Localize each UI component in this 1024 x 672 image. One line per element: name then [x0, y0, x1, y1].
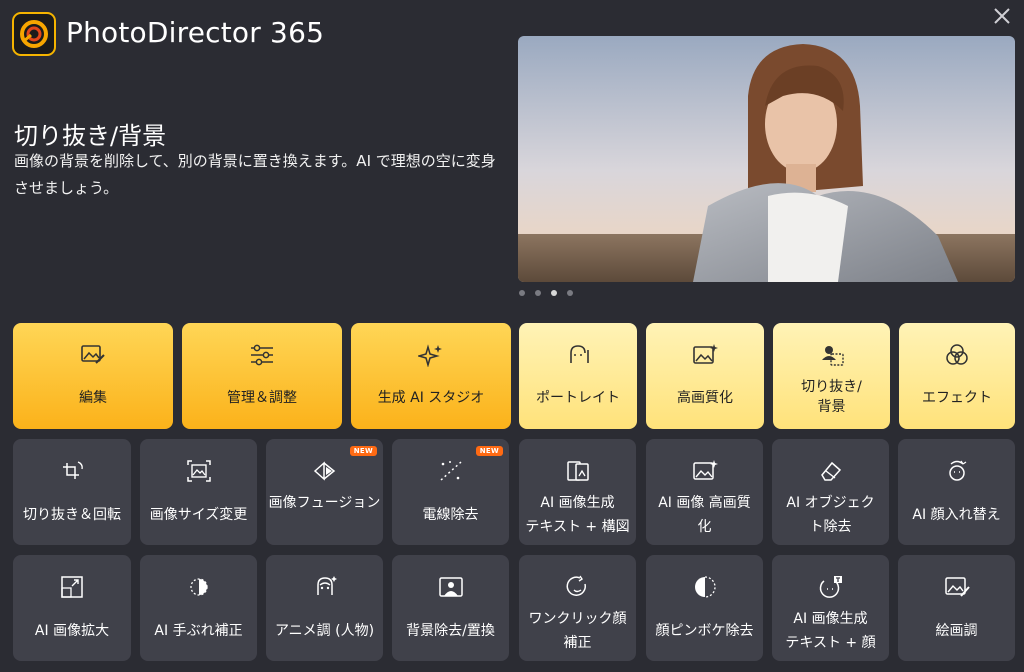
tool-label: 背景除去/置換: [406, 623, 495, 639]
carousel-dot[interactable]: [567, 290, 573, 296]
tool-painting-style[interactable]: 絵画調: [898, 555, 1015, 661]
carousel-dot-active[interactable]: [551, 290, 557, 296]
app-logo-icon: [20, 20, 48, 48]
tool-label: AI 画像生成 テキスト + 構図: [525, 495, 630, 535]
tool-label: 画像フュージョン: [268, 495, 381, 511]
tool-label: 電線除去: [422, 507, 479, 523]
tool-one-click-face-retouch[interactable]: ワンクリック顔 補正: [519, 555, 636, 661]
tool-label: 顔ピンボケ除去: [655, 623, 754, 639]
tool-ai-image-generation-composition[interactable]: AI 画像生成 テキスト + 構図: [519, 439, 636, 545]
wire-removal-icon: [438, 459, 464, 483]
category-manage-adjust[interactable]: 管理＆調整: [182, 323, 342, 429]
eraser-icon: [818, 459, 844, 483]
category-label: 生成 AI スタジオ: [377, 390, 485, 406]
image-edit-icon: [80, 343, 106, 367]
feature-description: 画像の背景を削除して、別の背景に置き換えます。AI で理想の空に変身させましょう…: [14, 152, 496, 197]
tool-ai-image-enhance[interactable]: AI 画像 高画質 化: [646, 439, 763, 545]
feature-preview-image: [518, 36, 1015, 282]
fusion-icon: [312, 459, 338, 483]
painting-icon: [944, 575, 970, 599]
tool-label: AI 手ぶれ補正: [154, 623, 243, 639]
tool-image-fusion[interactable]: NEW 画像フュージョン: [266, 439, 383, 545]
tool-label: 画像サイズ変更: [149, 507, 248, 523]
tool-ai-object-removal[interactable]: AI オブジェク ト除去: [772, 439, 889, 545]
tool-label: 切り抜き＆回転: [23, 507, 121, 523]
tool-ai-face-swap[interactable]: AI 顔入れ替え: [898, 439, 1015, 545]
tool-label: AI 画像拡大: [34, 623, 110, 639]
category-generative-ai-studio[interactable]: 生成 AI スタジオ: [351, 323, 511, 429]
carousel-indicator: [519, 290, 573, 296]
new-badge: NEW: [475, 446, 503, 456]
feature-title: 切り抜き/背景: [14, 122, 167, 150]
cutout-icon: [819, 343, 845, 367]
face-swap-icon: [944, 459, 970, 483]
tool-label: AI 画像 高画質 化: [658, 495, 751, 535]
resize-icon: [186, 459, 212, 483]
tool-label: AI 顔入れ替え: [912, 507, 1001, 523]
crop-rotate-icon: [59, 459, 85, 483]
image-sparkle-icon: [692, 343, 718, 367]
category-label: 管理＆調整: [227, 390, 297, 406]
tool-label: ワンクリック顔 補正: [528, 611, 627, 651]
face-deblur-icon: [692, 575, 718, 599]
tool-label: 絵画調: [935, 623, 978, 639]
app-logo: [12, 12, 56, 56]
close-icon: [994, 8, 1010, 24]
tool-label: AI オブジェク ト除去: [786, 495, 875, 535]
category-effects[interactable]: エフェクト: [899, 323, 1015, 429]
tool-background-replace[interactable]: 背景除去/置換: [392, 555, 509, 661]
tool-crop-rotate[interactable]: 切り抜き＆回転: [13, 439, 131, 545]
category-edit[interactable]: 編集: [13, 323, 173, 429]
category-cutout-background[interactable]: 切り抜き/ 背景: [773, 323, 890, 429]
text-face-icon: [818, 575, 844, 599]
close-button[interactable]: [988, 2, 1016, 30]
tool-anime-style[interactable]: アニメ調 (人物): [266, 555, 383, 661]
carousel-dot[interactable]: [519, 290, 525, 296]
sparkles-icon: [418, 343, 444, 367]
category-portrait[interactable]: ポートレイト: [519, 323, 637, 429]
tool-face-deblur[interactable]: 顔ピンボケ除去: [646, 555, 763, 661]
face-retouch-icon: [565, 575, 591, 599]
carousel-dot[interactable]: [535, 290, 541, 296]
app-title: PhotoDirector 365: [66, 16, 325, 49]
tool-resize-image[interactable]: 画像サイズ変更: [140, 439, 257, 545]
category-label: 編集: [79, 390, 107, 406]
tool-wire-removal[interactable]: NEW 電線除去: [392, 439, 509, 545]
new-badge: NEW: [349, 446, 377, 456]
tool-ai-image-upscale[interactable]: AI 画像拡大: [13, 555, 131, 661]
circles-icon: [944, 343, 970, 367]
deblur-icon: [186, 575, 212, 599]
tool-label: アニメ調 (人物): [274, 623, 375, 639]
background-icon: [438, 575, 464, 599]
category-label: ポートレイト: [536, 390, 620, 406]
tool-ai-deblur[interactable]: AI 手ぶれ補正: [140, 555, 257, 661]
face-icon: [565, 343, 591, 367]
tool-label: AI 画像生成 テキスト + 顔: [785, 611, 876, 651]
expand-icon: [59, 575, 85, 599]
category-label: 切り抜き/ 背景: [801, 379, 862, 415]
sliders-icon: [249, 343, 275, 367]
category-enhance[interactable]: 高画質化: [646, 323, 764, 429]
tool-ai-image-generation-face[interactable]: AI 画像生成 テキスト + 顔: [772, 555, 889, 661]
anime-face-icon: [312, 575, 338, 599]
image-sparkle-icon: [692, 459, 718, 483]
layout-image-icon: [565, 459, 591, 483]
category-label: エフェクト: [922, 390, 992, 406]
category-label: 高画質化: [677, 390, 733, 406]
